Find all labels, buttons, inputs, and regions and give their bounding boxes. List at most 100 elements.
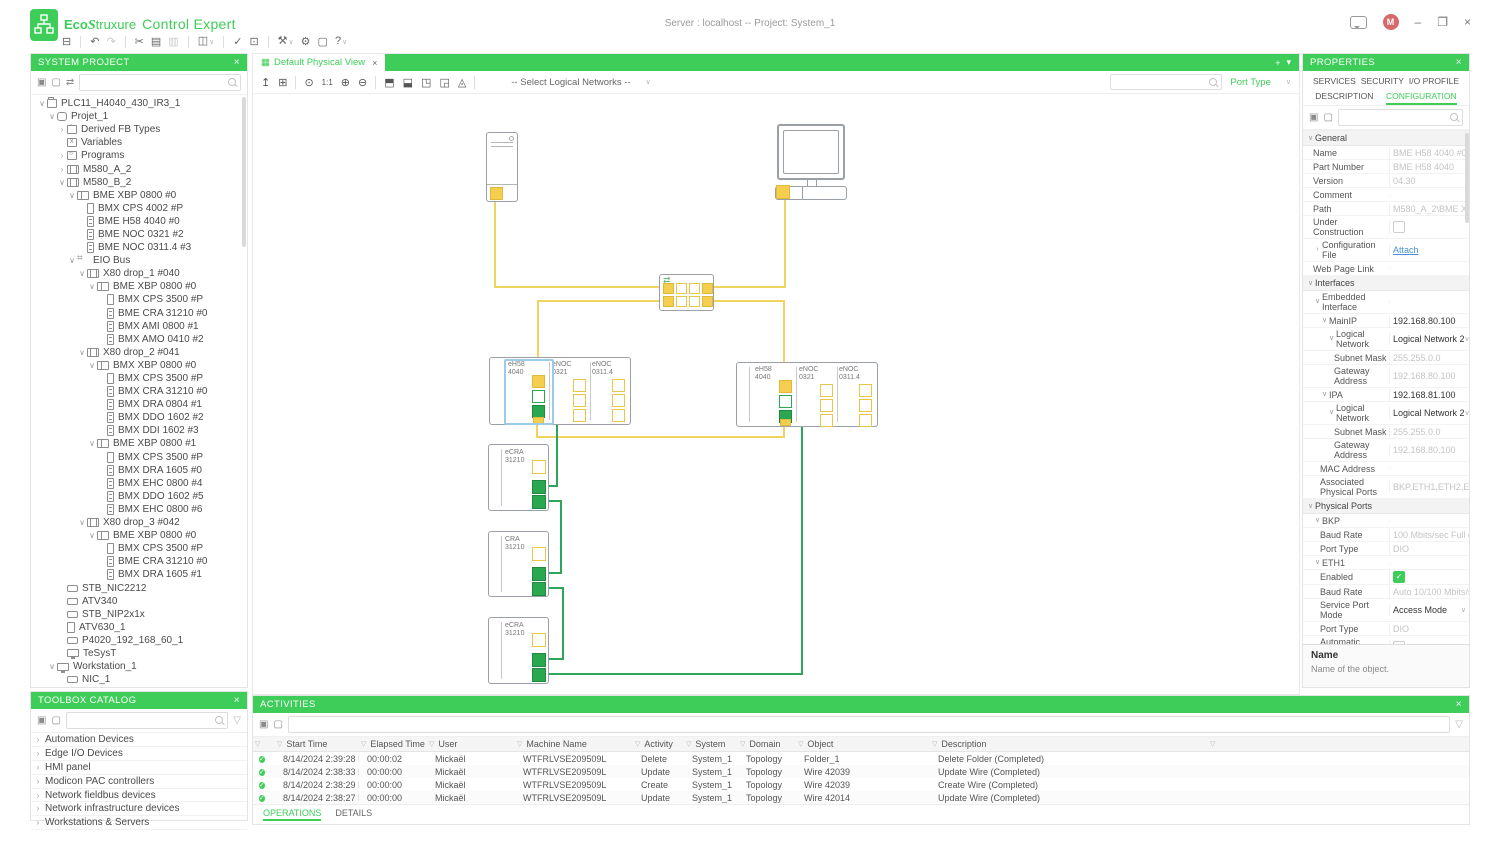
property-section[interactable]: ∨Physical Ports [1303,499,1469,514]
dropdown[interactable]: Access Mode∨ [1389,604,1469,616]
property-value[interactable] [1389,640,1469,644]
expander-icon[interactable]: › [31,763,45,772]
tree-expander-icon[interactable]: ∨ [47,112,57,121]
tree-item[interactable]: BMX AMO 0410 #2 [31,333,247,346]
tab-overflow-icon[interactable]: ▾ [1286,57,1291,68]
chevron-down-icon[interactable]: ∨ [1461,606,1466,614]
port-yo[interactable] [612,394,625,407]
port-yo[interactable] [689,283,700,294]
import-branch-icon[interactable]: ◲ [439,76,449,89]
tree-item[interactable]: ∨PLC11_H4040_430_IR3_1 [31,97,247,110]
expander-icon[interactable]: › [31,735,45,744]
tree-item[interactable]: Variables [31,136,247,149]
port-yo[interactable] [859,399,872,412]
activity-row[interactable]: ✓8/14/2024 2:38:33 PM00:00:00MickaëlWTFR… [253,765,1469,778]
tree-item[interactable]: ∨BME XBP 0800 #0 [31,529,247,542]
minimize-button[interactable]: – [1415,15,1422,29]
section-expander-icon[interactable]: ∨ [1306,279,1315,287]
tree-expander-icon[interactable]: › [57,165,67,174]
tab-description[interactable]: DESCRIPTION [1315,91,1373,105]
port-yo[interactable] [573,409,586,422]
toolbox-category-network-fieldbus-devices[interactable]: ›Network fieldbus devices [31,789,247,803]
export-top-icon[interactable]: ⬓ [403,76,413,89]
dropdown[interactable]: Logical Network 2∨ [1389,407,1469,419]
tab-configuration[interactable]: CONFIGURATION [1386,91,1457,105]
tree-item[interactable]: ∨X80 drop_3 #042 [31,516,247,529]
tab-i-o-profile[interactable]: I/O PROFILE [1409,76,1459,86]
print-icon[interactable]: ⊟ [62,34,71,50]
port-y[interactable] [663,283,674,294]
tree-item[interactable]: BMX DDI 1602 #3 [31,424,247,437]
feedback-icon[interactable] [1350,16,1367,29]
filter-icon[interactable]: ▽ [686,740,691,748]
tree-expander-icon[interactable]: › [57,125,67,134]
toolbox-category-edge-i-o-devices[interactable]: ›Edge I/O Devices [31,747,247,761]
zoom-out-icon[interactable]: ⊖ [358,76,367,89]
one-to-one[interactable]: 1:1 [322,78,333,87]
tools-icon[interactable]: ⚒∨ [278,33,294,51]
port-g[interactable] [532,495,546,509]
server-device[interactable] [486,132,518,202]
port-yo[interactable] [820,384,833,397]
drop-device[interactable]: CRA 31210 [488,531,549,597]
filter-icon[interactable]: ▽ [517,740,522,748]
port-g[interactable] [532,668,546,682]
tree-item[interactable]: BMX CPS 3500 #P [31,542,247,555]
tree-item[interactable]: Routing_Switch_1 [31,686,247,687]
filter-icon[interactable]: ▽ [255,740,260,748]
workstation-base[interactable] [775,186,847,200]
port-yo[interactable] [859,384,872,397]
port-yo[interactable] [820,414,833,427]
avatar[interactable]: M [1383,14,1399,30]
tree-expander-icon[interactable]: ∨ [87,282,97,291]
tree-item[interactable]: BMX CPS 3500 #P [31,372,247,385]
collapse-all-icon[interactable]: ▢ [273,719,282,730]
chevron-down-icon[interactable]: ∨ [1465,409,1469,417]
port-yo[interactable] [612,379,625,392]
column-header-system[interactable]: ▽System [684,739,738,749]
port-y[interactable] [776,185,790,199]
port-yo[interactable] [532,547,546,561]
close-icon[interactable]: × [1456,699,1462,710]
logical-networks-dropdown[interactable]: -- Select Logical Networks -- [511,77,630,88]
port-yo[interactable] [859,414,872,427]
cut-icon[interactable]: ✂ [135,34,144,50]
export-branch-icon[interactable]: ◳ [421,76,431,89]
expander-icon[interactable]: › [31,818,45,827]
routing-switch-device[interactable]: ⇄ [659,274,714,311]
filter-icon[interactable]: ▽ [233,715,241,726]
column-header-start-time[interactable]: ▽Start Time [275,739,359,749]
tab-details[interactable]: DETAILS [335,808,372,821]
tree-item[interactable]: ∨EIO Bus [31,254,247,267]
port-yo[interactable] [573,394,586,407]
import-icon[interactable]: ↥ [261,76,270,89]
tree-item[interactable]: ATV630_1 [31,621,247,634]
port-yo[interactable] [676,296,687,307]
filter-icon[interactable]: ▽ [798,740,803,748]
filter-icon[interactable]: ▽ [740,740,745,748]
column-header-user[interactable]: ▽User [427,739,515,749]
tree-expander-icon[interactable]: ∨ [87,439,97,448]
activity-row[interactable]: ✓8/14/2024 2:38:27 PM00:00:00MickaëlWTFR… [253,791,1469,804]
tree-item[interactable]: BME NOC 0321 #2 [31,228,247,241]
tree-item[interactable]: ∨Projet_1 [31,110,247,123]
tree-item[interactable]: BME NOC 0311.4 #3 [31,241,247,254]
tree-item[interactable]: ›Derived FB Types [31,123,247,136]
column-header-description[interactable]: ▽Description [930,739,1208,749]
row-expander-icon[interactable]: ∨ [1327,408,1336,418]
port-y[interactable] [702,296,713,307]
rack-device[interactable]: eH58 4040eNOC 0321eNOC 0311.4 [736,362,878,427]
column-header-elapsed-time[interactable]: ▽Elapsed Time [359,739,427,749]
filter-icon[interactable]: ▽ [1455,719,1463,730]
tree-item[interactable]: BMX DDO 1602 #2 [31,411,247,424]
toolbox-category-hmi-panel[interactable]: ›HMI panel [31,761,247,775]
toolbox-category-network-infrastructure-devices[interactable]: ›Network infrastructure devices [31,802,247,816]
column-header-machine-name[interactable]: ▽Machine Name [515,739,633,749]
row-expander-icon[interactable]: ∨ [1313,558,1322,568]
tree-item[interactable]: BMX DRA 0804 #1 [31,398,247,411]
tree-expander-icon[interactable]: ∨ [87,361,97,370]
filter-icon[interactable]: ▽ [277,740,282,748]
column-header-activity[interactable]: ▽Activity [633,739,684,749]
row-expander-icon[interactable]: ∨ [1327,334,1336,344]
tree-item[interactable]: ∨BME XBP 0800 #0 [31,280,247,293]
